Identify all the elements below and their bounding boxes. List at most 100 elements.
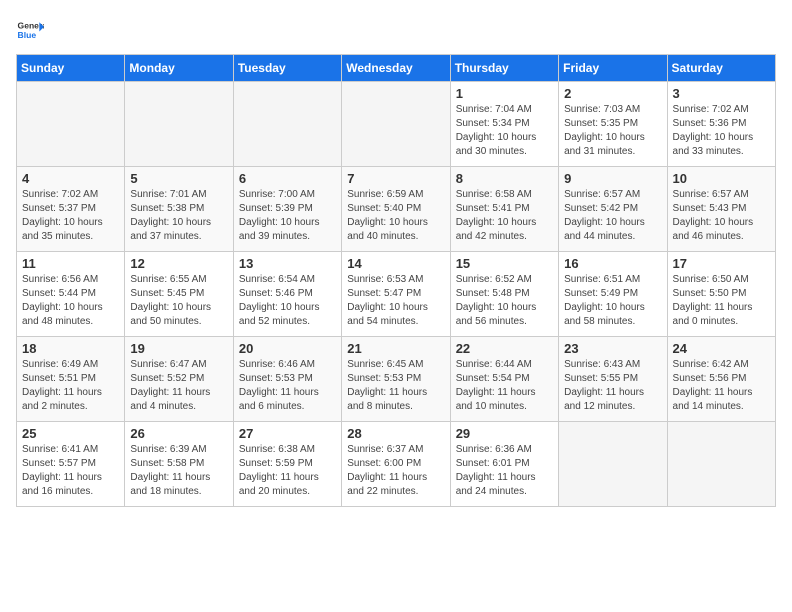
day-info: Sunrise: 6:58 AM Sunset: 5:41 PM Dayligh… [456,188,553,244]
calendar-cell [17,82,125,167]
day-number: 16 [564,256,661,271]
day-number: 27 [239,426,336,441]
day-number: 3 [673,86,770,101]
day-number: 1 [456,86,553,101]
day-number: 5 [130,171,227,186]
day-number: 24 [673,341,770,356]
day-number: 12 [130,256,227,271]
calendar-cell: 18 Sunrise: 6:49 AM Sunset: 5:51 PM Dayli… [17,337,125,422]
svg-text:Blue: Blue [18,30,37,40]
day-number: 15 [456,256,553,271]
calendar-cell: 2 Sunrise: 7:03 AM Sunset: 5:35 PM Daylig… [559,82,667,167]
calendar-cell: 16 Sunrise: 6:51 AM Sunset: 5:49 PM Dayli… [559,252,667,337]
day-info: Sunrise: 6:39 AM Sunset: 5:58 PM Dayligh… [130,443,227,499]
calendar-cell: 20 Sunrise: 6:46 AM Sunset: 5:53 PM Dayli… [233,337,341,422]
day-number: 8 [456,171,553,186]
day-info: Sunrise: 6:38 AM Sunset: 5:59 PM Dayligh… [239,443,336,499]
day-info: Sunrise: 6:42 AM Sunset: 5:56 PM Dayligh… [673,358,770,414]
calendar-cell: 21 Sunrise: 6:45 AM Sunset: 5:53 PM Dayli… [342,337,450,422]
calendar-cell: 3 Sunrise: 7:02 AM Sunset: 5:36 PM Daylig… [667,82,775,167]
day-number: 18 [22,341,119,356]
col-header-saturday: Saturday [667,55,775,82]
calendar-cell [559,422,667,507]
col-header-monday: Monday [125,55,233,82]
calendar-cell: 7 Sunrise: 6:59 AM Sunset: 5:40 PM Daylig… [342,167,450,252]
day-info: Sunrise: 7:00 AM Sunset: 5:39 PM Dayligh… [239,188,336,244]
day-number: 22 [456,341,553,356]
calendar-cell: 4 Sunrise: 7:02 AM Sunset: 5:37 PM Daylig… [17,167,125,252]
day-info: Sunrise: 6:52 AM Sunset: 5:48 PM Dayligh… [456,273,553,329]
day-number: 4 [22,171,119,186]
day-number: 14 [347,256,444,271]
calendar-cell: 8 Sunrise: 6:58 AM Sunset: 5:41 PM Daylig… [450,167,558,252]
day-info: Sunrise: 6:57 AM Sunset: 5:42 PM Dayligh… [564,188,661,244]
calendar-cell: 9 Sunrise: 6:57 AM Sunset: 5:42 PM Daylig… [559,167,667,252]
day-info: Sunrise: 6:43 AM Sunset: 5:55 PM Dayligh… [564,358,661,414]
day-info: Sunrise: 7:01 AM Sunset: 5:38 PM Dayligh… [130,188,227,244]
day-number: 6 [239,171,336,186]
day-info: Sunrise: 6:53 AM Sunset: 5:47 PM Dayligh… [347,273,444,329]
calendar-cell: 14 Sunrise: 6:53 AM Sunset: 5:47 PM Dayli… [342,252,450,337]
day-number: 11 [22,256,119,271]
calendar-cell [233,82,341,167]
day-info: Sunrise: 7:02 AM Sunset: 5:36 PM Dayligh… [673,103,770,159]
calendar-cell: 28 Sunrise: 6:37 AM Sunset: 6:00 PM Dayli… [342,422,450,507]
day-info: Sunrise: 6:55 AM Sunset: 5:45 PM Dayligh… [130,273,227,329]
calendar-cell: 17Sunrise: 6:50 AM Sunset: 5:50 PM Dayli… [667,252,775,337]
col-header-tuesday: Tuesday [233,55,341,82]
day-info: Sunrise: 6:36 AM Sunset: 6:01 PM Dayligh… [456,443,553,499]
calendar-cell: 23Sunrise: 6:43 AM Sunset: 5:55 PM Dayli… [559,337,667,422]
calendar-table: SundayMondayTuesdayWednesdayThursdayFrid… [16,54,776,507]
page-header: General Blue [16,16,776,44]
day-info: Sunrise: 6:47 AM Sunset: 5:52 PM Dayligh… [130,358,227,414]
col-header-sunday: Sunday [17,55,125,82]
day-number: 7 [347,171,444,186]
day-number: 17 [673,256,770,271]
logo-icon: General Blue [16,16,44,44]
calendar-cell: 25 Sunrise: 6:41 AM Sunset: 5:57 PM Dayli… [17,422,125,507]
day-info: Sunrise: 6:59 AM Sunset: 5:40 PM Dayligh… [347,188,444,244]
day-number: 10 [673,171,770,186]
day-info: Sunrise: 6:45 AM Sunset: 5:53 PM Dayligh… [347,358,444,414]
day-info: Sunrise: 6:41 AM Sunset: 5:57 PM Dayligh… [22,443,119,499]
calendar-cell: 29 Sunrise: 6:36 AM Sunset: 6:01 PM Dayli… [450,422,558,507]
day-info: Sunrise: 6:46 AM Sunset: 5:53 PM Dayligh… [239,358,336,414]
day-number: 28 [347,426,444,441]
day-info: Sunrise: 6:37 AM Sunset: 6:00 PM Dayligh… [347,443,444,499]
col-header-thursday: Thursday [450,55,558,82]
calendar-cell: 26 Sunrise: 6:39 AM Sunset: 5:58 PM Dayli… [125,422,233,507]
day-info: Sunrise: 6:57 AM Sunset: 5:43 PM Dayligh… [673,188,770,244]
day-number: 21 [347,341,444,356]
day-info: Sunrise: 6:51 AM Sunset: 5:49 PM Dayligh… [564,273,661,329]
day-number: 2 [564,86,661,101]
day-number: 26 [130,426,227,441]
col-header-friday: Friday [559,55,667,82]
day-info: Sunrise: 6:54 AM Sunset: 5:46 PM Dayligh… [239,273,336,329]
calendar-cell: 11Sunrise: 6:56 AM Sunset: 5:44 PM Dayli… [17,252,125,337]
calendar-cell: 15 Sunrise: 6:52 AM Sunset: 5:48 PM Dayli… [450,252,558,337]
calendar-cell: 6 Sunrise: 7:00 AM Sunset: 5:39 PM Daylig… [233,167,341,252]
day-info: Sunrise: 6:49 AM Sunset: 5:51 PM Dayligh… [22,358,119,414]
calendar-cell: 5 Sunrise: 7:01 AM Sunset: 5:38 PM Daylig… [125,167,233,252]
calendar-cell [125,82,233,167]
calendar-cell: 22 Sunrise: 6:44 AM Sunset: 5:54 PM Dayli… [450,337,558,422]
day-info: Sunrise: 7:03 AM Sunset: 5:35 PM Dayligh… [564,103,661,159]
calendar-cell: 13 Sunrise: 6:54 AM Sunset: 5:46 PM Dayli… [233,252,341,337]
day-info: Sunrise: 6:44 AM Sunset: 5:54 PM Dayligh… [456,358,553,414]
calendar-cell: 12 Sunrise: 6:55 AM Sunset: 5:45 PM Dayli… [125,252,233,337]
day-number: 9 [564,171,661,186]
day-number: 29 [456,426,553,441]
calendar-cell [667,422,775,507]
col-header-wednesday: Wednesday [342,55,450,82]
logo: General Blue [16,16,44,44]
day-number: 20 [239,341,336,356]
day-info: Sunrise: 7:02 AM Sunset: 5:37 PM Dayligh… [22,188,119,244]
day-number: 25 [22,426,119,441]
calendar-cell: 27 Sunrise: 6:38 AM Sunset: 5:59 PM Dayli… [233,422,341,507]
day-number: 19 [130,341,227,356]
calendar-cell: 19 Sunrise: 6:47 AM Sunset: 5:52 PM Dayli… [125,337,233,422]
calendar-cell [342,82,450,167]
day-info: Sunrise: 7:04 AM Sunset: 5:34 PM Dayligh… [456,103,553,159]
calendar-cell: 1 Sunrise: 7:04 AM Sunset: 5:34 PM Daylig… [450,82,558,167]
day-number: 13 [239,256,336,271]
